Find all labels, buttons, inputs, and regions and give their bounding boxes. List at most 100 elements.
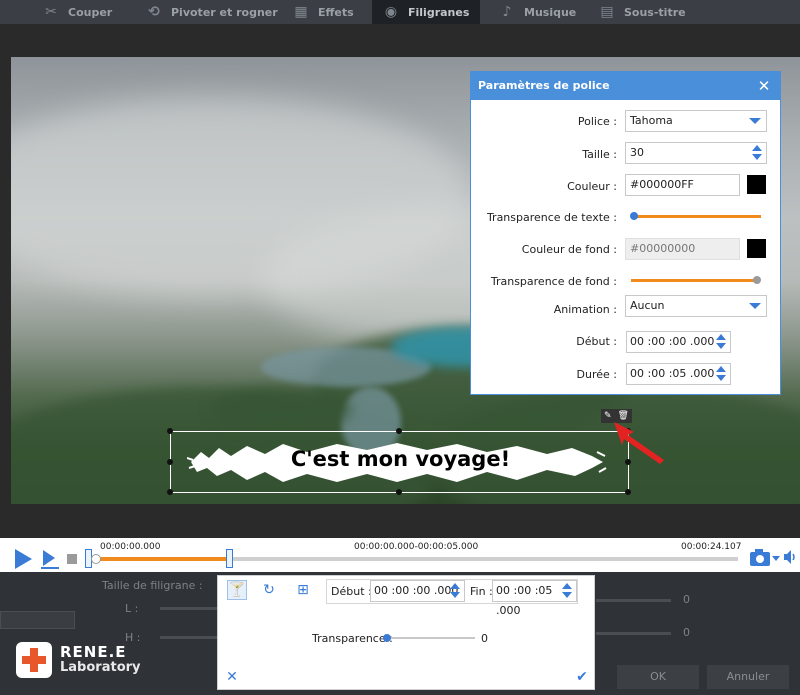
current-time: 00:00:00.000 [100, 542, 161, 552]
start-time-input[interactable]: 00 :00 :00 .000 [370, 580, 465, 602]
start-label: Début : [576, 335, 617, 348]
size-label: Taille de filigrane : [102, 579, 203, 592]
start-time-input[interactable]: 00 :00 :00 .000 [626, 331, 731, 353]
bg-color-swatch[interactable] [747, 239, 766, 258]
resize-handle[interactable] [396, 428, 402, 434]
glass-icon[interactable]: 🍸 [227, 580, 247, 600]
dimmed-slider [596, 632, 671, 635]
time-range: 00:00:00.000-00:00:05.000 [354, 542, 479, 552]
tab-effets[interactable]: ▦ Effets [290, 0, 354, 24]
close-icon[interactable]: ✕ [756, 72, 772, 100]
tab-label: Couper [68, 5, 113, 19]
tab-label: Musique [524, 5, 577, 19]
resize-handle[interactable] [396, 489, 402, 495]
play-icon[interactable] [15, 549, 32, 569]
fit-frame-icon[interactable]: ⊞ [293, 580, 313, 600]
effects-icon: ▦ [294, 4, 308, 20]
text-transparency-label: Transparence de texte : [486, 211, 617, 224]
dimmed-slider [596, 599, 671, 602]
tab-label: Effets [318, 5, 354, 19]
rotate-crop-icon: ⟲ [148, 4, 160, 20]
dialog-title-bar: Paramètres de police ✕ [471, 72, 780, 100]
bg-color-value: #00000000 [630, 242, 696, 255]
resize-handle[interactable] [625, 489, 631, 495]
start-label: Début : [331, 585, 372, 598]
duration-value: 00 :00 :05 .000 [630, 367, 715, 380]
animation-select[interactable]: Aucun [625, 295, 767, 317]
size-stepper[interactable]: 30 [625, 142, 767, 164]
watermark-box[interactable]: C'est mon voyage! [167, 428, 631, 495]
size-value: 30 [630, 146, 644, 159]
color-swatch[interactable] [747, 175, 766, 194]
cancel-button[interactable]: Annuler [707, 665, 789, 689]
red-arrow-pointer [614, 422, 664, 464]
playhead[interactable] [91, 554, 101, 564]
chevron-down-icon [749, 303, 761, 309]
end-time-value: 00 :00 :05 .000 [496, 584, 553, 617]
timeline-selection [90, 557, 230, 561]
checkmark-icon[interactable]: ✔ [572, 667, 592, 687]
end-time-input[interactable]: 00 :00 :05 .000 [492, 580, 577, 617]
font-select[interactable]: Tahoma [625, 110, 767, 132]
chevron-down-icon [749, 118, 761, 124]
play-to-icon[interactable] [40, 549, 60, 569]
transparency-label: Transparence : [312, 632, 393, 645]
start-time-value: 00 :00 :00 .000 [374, 584, 459, 597]
dimmed-slider [160, 607, 217, 610]
font-value: Tahoma [630, 114, 673, 127]
watermark-edit-panel: 🍸 ↻ ⊞ Début : 00 :00 :00 .000 Fin : 00 :… [217, 575, 595, 690]
chevron-down-icon[interactable] [772, 556, 780, 561]
rotate-icon[interactable]: ↻ [259, 580, 279, 600]
total-time: 00:00:24.107 [681, 542, 742, 552]
animation-value: Aucun [630, 299, 665, 312]
h-value: 0 [683, 626, 690, 639]
bg-transparency-label: Transparence de fond : [490, 275, 617, 288]
tab-label: Sous-titre [624, 5, 686, 19]
close-icon[interactable]: ✕ [222, 667, 242, 687]
range-end-handle[interactable] [226, 549, 233, 568]
resize-handle[interactable] [167, 489, 173, 495]
spinner-icon[interactable] [752, 145, 762, 161]
color-label: Couleur : [567, 180, 617, 193]
tab-sous-titre[interactable]: ▤ Sous-titre [596, 0, 686, 24]
color-input[interactable]: #000000FF [625, 174, 740, 196]
logo-brand: RENE.E [60, 643, 127, 661]
spinner-icon[interactable] [450, 583, 460, 599]
duration-input[interactable]: 00 :00 :05 .000 [626, 363, 731, 385]
tab-musique[interactable]: ♪ Musique [496, 0, 577, 24]
stop-icon[interactable] [67, 554, 77, 564]
font-label: Police : [577, 115, 617, 128]
text-transparency-slider[interactable] [633, 215, 761, 218]
volume-icon[interactable] [783, 549, 799, 565]
resize-handle[interactable] [167, 428, 173, 434]
l-value: 0 [683, 593, 690, 606]
font-settings-dialog: Paramètres de police ✕ Police : Tahoma T… [470, 71, 781, 395]
watermark-icon: ◉ [384, 4, 398, 20]
bg-transparency-slider[interactable] [631, 279, 756, 282]
color-value: #000000FF [630, 178, 694, 191]
ok-button[interactable]: OK [617, 665, 699, 689]
slider-knob[interactable] [383, 634, 391, 642]
tab-filigranes[interactable]: ◉ Filigranes [372, 0, 480, 24]
tab-couper[interactable]: ✂ Couper [40, 0, 112, 24]
resize-handle[interactable] [167, 459, 173, 465]
spinner-icon[interactable] [716, 366, 726, 382]
watermark-text: C'est mon voyage! [290, 447, 511, 471]
animation-label: Animation : [553, 303, 617, 316]
camera-icon[interactable] [749, 547, 771, 567]
dimmed-slider [160, 636, 217, 639]
logo-sub: Laboratory [60, 660, 141, 675]
bg-color-input[interactable]: #00000000 [625, 238, 740, 260]
end-label: Fin : [470, 585, 493, 598]
transparency-value: 0 [481, 632, 488, 645]
size-label: Taille : [582, 148, 617, 161]
spinner-icon[interactable] [716, 334, 726, 350]
start-time-value: 00 :00 :00 .000 [630, 335, 715, 348]
tab-pivoter[interactable]: ⟲ Pivoter et rogner [143, 0, 278, 24]
slider-knob[interactable] [753, 276, 761, 284]
tab-label: Filigranes [408, 5, 470, 19]
slider-knob[interactable] [630, 212, 638, 220]
transparency-slider[interactable] [385, 637, 475, 639]
dialog-title: Paramètres de police [478, 79, 610, 92]
spinner-icon[interactable] [562, 583, 572, 599]
